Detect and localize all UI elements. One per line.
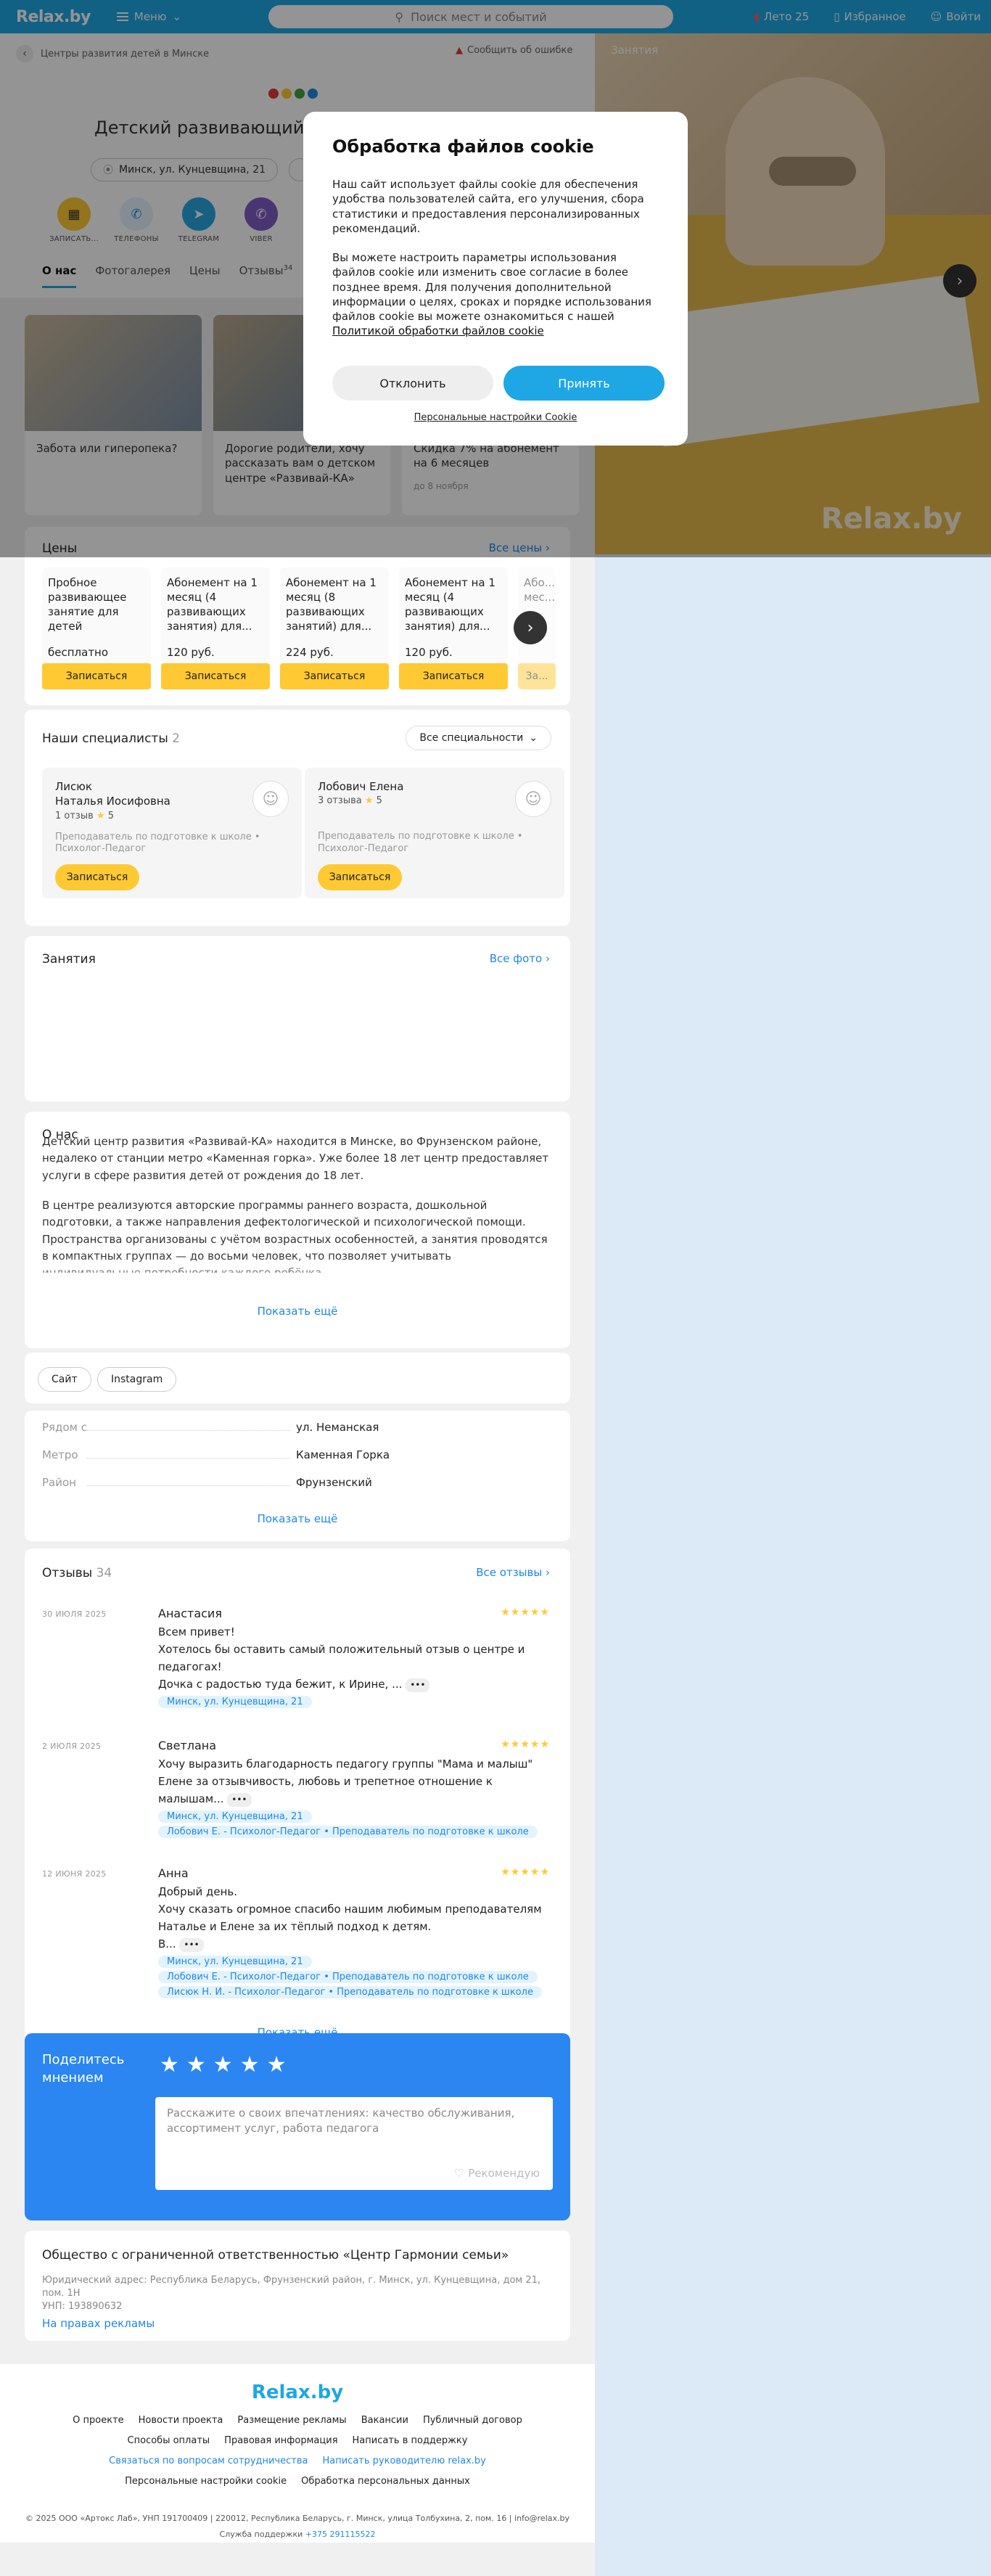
book-button[interactable]: За...: [518, 663, 556, 689]
cookie-policy-link[interactable]: Политикой обработки файлов cookie: [332, 324, 544, 337]
price-card: Абонемент на 1 месяц (4 развивающих заня…: [161, 567, 270, 689]
footer-logo[interactable]: Relax.by: [0, 2382, 595, 2403]
avatar-placeholder-icon: ☺: [515, 781, 551, 817]
info-row: Район Фрунзенский: [42, 1476, 372, 1489]
expand-dots-icon[interactable]: •••: [179, 1938, 204, 1953]
price-card: Пробное развивающее занятие для детей бес…: [42, 567, 151, 689]
classes-section: Занятия Все фото ›: [25, 936, 570, 1102]
show-more-button[interactable]: Показать ещё: [25, 1512, 570, 1525]
specialty-select[interactable]: Все специальности ⌄: [406, 726, 551, 750]
specialist-card[interactable]: Лобович Елена 3 отзыва ★ 5 Преподаватель…: [305, 768, 564, 898]
company-unp: УНП: 193890632: [42, 2301, 123, 2313]
book-button[interactable]: Записаться: [55, 864, 139, 891]
specialist-tag[interactable]: Лисюк Н. И. - Психолог-Педагог • Препода…: [158, 1986, 542, 1998]
company-section: Общество с ограниченной ответственностью…: [25, 2231, 570, 2341]
section-title: Наши специалисты 2: [42, 731, 180, 746]
footer-links: Связаться по вопросам сотрудничества Напи…: [109, 2456, 486, 2466]
star-icon: ★: [96, 810, 105, 821]
recommend-checkbox[interactable]: ♡ Рекомендую: [454, 2166, 540, 2181]
share-title: Поделитесь мнением: [42, 2052, 125, 2086]
book-button[interactable]: Записаться: [318, 864, 402, 891]
dialog-text: Вы можете настроить параметры использова…: [332, 251, 651, 338]
rating-stars: ★★★★★: [501, 1866, 550, 1878]
info-row: Рядом с ул. Неманская: [42, 1421, 379, 1434]
footer-links: О проекте Новости проекта Размещение рекла…: [73, 2415, 522, 2426]
copyright: © 2025 ООО «Артокс Лаб», УНП 191700409 |…: [25, 2514, 569, 2523]
expand-dots-icon[interactable]: •••: [227, 1793, 252, 1808]
address-tag[interactable]: Минск, ул. Кунцевщина, 21: [158, 1810, 312, 1823]
company-address: Юридический адрес: Республика Беларусь, …: [42, 2275, 541, 2300]
avatar-placeholder-icon: ☺: [252, 781, 289, 817]
instagram-link[interactable]: Instagram: [97, 1367, 177, 1392]
cookie-dialog: Обработка файлов cookie Наш сайт использ…: [303, 112, 688, 446]
specialist-tag[interactable]: Лобович Е. - Психолог-Педагог • Преподав…: [158, 1971, 538, 1983]
all-photos-link[interactable]: Все фото ›: [490, 952, 550, 965]
specialist-card[interactable]: Лисюк Наталья Иосифовна 1 отзыв ★ 5 Преп…: [42, 768, 302, 898]
dialog-title: Обработка файлов cookie: [332, 136, 594, 157]
heart-icon: ♡: [453, 2167, 464, 2180]
book-button[interactable]: Записаться: [161, 663, 270, 689]
price-list: Пробное развивающее занятие для детей бес…: [42, 567, 556, 689]
review-textarea[interactable]: Расскажите о своих впечатлениях: качеств…: [155, 2097, 553, 2190]
rating-stars: ★★★★★: [501, 1607, 550, 1618]
rating-input-stars[interactable]: ★★★★★: [160, 2052, 293, 2077]
text-fade: [25, 1255, 570, 1299]
specialist-tag[interactable]: Лобович Е. - Психолог-Педагог • Преподав…: [158, 1826, 538, 1838]
about-paragraph: Детский центр развития «Развивай-КА» нах…: [42, 1135, 549, 1182]
share-review-form: Поделитесь мнением ★★★★★ Расскажите о св…: [25, 2033, 570, 2220]
company-name: Общество с ограниченной ответственностью…: [42, 2248, 509, 2263]
accept-button[interactable]: Принять: [503, 366, 665, 401]
star-icon: ★: [364, 795, 374, 807]
next-arrow-icon[interactable]: ›: [514, 611, 547, 644]
info-row: Метро Каменная Горка: [42, 1448, 390, 1461]
expand-dots-icon[interactable]: •••: [406, 1678, 430, 1693]
footer: Relax.by О проекте Новости проекта Размеще…: [0, 2364, 595, 2543]
support: Служба поддержки +375 291115522: [219, 2530, 376, 2539]
price-card: Абонемент на 1 месяц (4 развивающих заня…: [399, 567, 508, 689]
section-title: Отзывы 34: [42, 1566, 112, 1580]
section-title: Занятия: [42, 952, 96, 967]
decline-button[interactable]: Отклонить: [332, 366, 493, 401]
cookie-settings-link[interactable]: Персональные настройки Cookie: [303, 412, 688, 423]
address-tag[interactable]: Минск, ул. Кунцевщина, 21: [158, 1956, 312, 1968]
footer-links: Способы оплаты Правовая информация Написат…: [127, 2435, 468, 2446]
book-button[interactable]: Записаться: [399, 663, 508, 689]
chevron-down-icon: ⌄: [529, 732, 538, 744]
price-card: Абонемент на 1 месяц (8 развивающих заня…: [280, 567, 389, 689]
ad-label[interactable]: На правах рекламы: [42, 2317, 553, 2330]
book-button[interactable]: Записаться: [280, 663, 389, 689]
book-button[interactable]: Записаться: [42, 663, 151, 689]
address-tag[interactable]: Минск, ул. Кунцевщина, 21: [158, 1696, 312, 1708]
rating-stars: ★★★★★: [501, 1739, 550, 1750]
all-reviews-link[interactable]: Все отзывы ›: [476, 1566, 550, 1579]
dialog-text: Наш сайт использует файлы cookie для обе…: [332, 178, 644, 235]
show-more-button[interactable]: Показать ещё: [25, 1305, 570, 1318]
footer-links: Персональные настройки cookie Обработка п…: [125, 2476, 470, 2487]
site-link[interactable]: Сайт: [38, 1367, 91, 1392]
